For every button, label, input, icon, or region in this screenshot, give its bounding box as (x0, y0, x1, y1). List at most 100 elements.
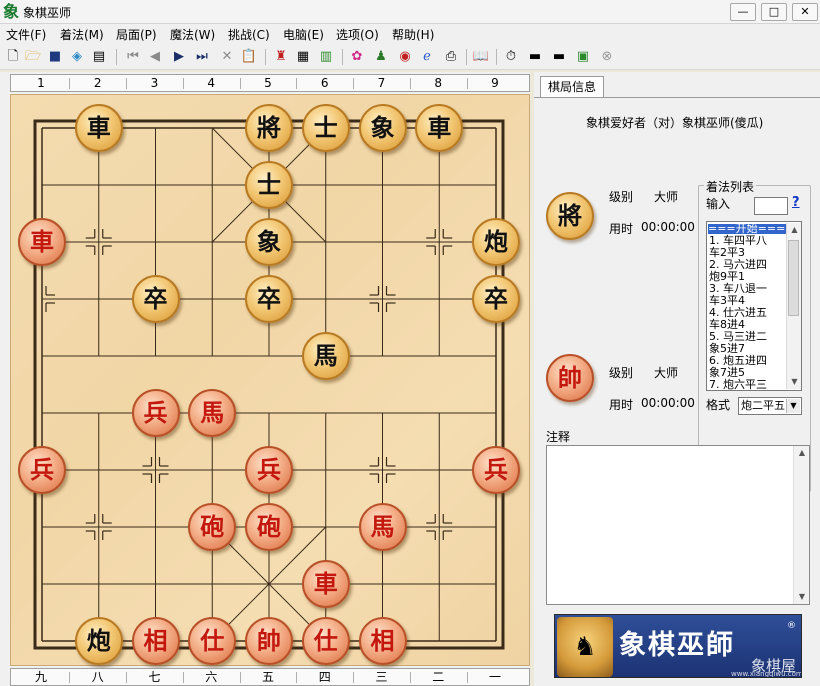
move-item[interactable]: 象5进7 (709, 343, 745, 354)
move-input[interactable] (754, 197, 788, 215)
move-item[interactable]: 2. 马六进四 (709, 259, 767, 270)
monitor-icon[interactable]: ▣ (574, 48, 592, 66)
properties-icon[interactable]: ▤ (90, 48, 108, 66)
black-piece[interactable]: 將 (245, 104, 293, 152)
black-piece[interactable]: 士 (301, 104, 350, 152)
move-item[interactable]: 炮9平1 (709, 271, 745, 282)
toolbar-separator (466, 49, 467, 65)
red-piece[interactable]: 車 (301, 560, 350, 608)
grid-icon[interactable]: ▥ (317, 48, 335, 66)
web-icon[interactable]: ◉ (396, 48, 414, 66)
red-piece[interactable]: 砲 (245, 503, 293, 551)
delete-icon[interactable]: ✕ (218, 48, 236, 66)
scroll-down-icon[interactable]: ▼ (794, 592, 810, 601)
minimize-button[interactable]: — (730, 3, 756, 21)
red-piece[interactable]: 馬 (358, 503, 407, 551)
scroll-up-icon[interactable]: ▲ (794, 448, 810, 457)
red-piece[interactable]: 兵 (472, 446, 520, 494)
next-move-icon[interactable]: ▶ (170, 48, 188, 66)
red-piece[interactable]: 兵 (245, 446, 293, 494)
toolbar-separator (496, 49, 497, 65)
menu-moves[interactable]: 着法(M) (60, 26, 104, 43)
red-side-icon[interactable]: ♜ (272, 48, 290, 66)
help-book-icon[interactable]: 📖 (472, 48, 490, 66)
save-icon[interactable]: ■ (46, 48, 64, 66)
black-piece[interactable]: 車 (415, 104, 464, 152)
scroll-down-icon[interactable]: ▼ (787, 377, 802, 386)
clock-icon[interactable]: ⏱ (502, 48, 520, 66)
black-piece[interactable]: 卒 (472, 275, 520, 323)
first-move-icon[interactable]: ⏮ (124, 48, 142, 66)
tab-game-info[interactable]: 棋局信息 (540, 76, 604, 98)
coordinate-label: 1 (37, 76, 45, 90)
engine-settings-icon[interactable]: ▬ (550, 48, 568, 66)
black-piece[interactable]: 象 (245, 218, 293, 266)
move-item[interactable]: 4. 仕六进五 (709, 307, 767, 318)
paste-icon[interactable]: 📋 (240, 48, 258, 66)
red-piece[interactable]: 相 (358, 617, 407, 665)
menu-bar: 文件(F) 着法(M) 局面(P) 魔法(W) 挑战(C) 电脑(E) 选项(O… (0, 24, 820, 44)
red-piece[interactable]: 仕 (301, 617, 350, 665)
black-piece[interactable]: 馬 (301, 332, 350, 380)
move-item[interactable]: 车8进4 (709, 319, 745, 330)
moves-scroll-thumb[interactable] (788, 240, 799, 316)
prev-move-icon[interactable]: ◀ (146, 48, 164, 66)
colors-icon[interactable]: ✿ (348, 48, 366, 66)
notes-textarea[interactable] (546, 445, 810, 605)
red-piece[interactable]: 帥 (245, 617, 293, 665)
move-item[interactable]: 7. 炮六平三 (709, 379, 767, 390)
red-piece[interactable]: 兵 (131, 389, 180, 437)
red-piece[interactable]: 仕 (188, 617, 237, 665)
black-piece[interactable]: 車 (74, 104, 123, 152)
print-icon[interactable]: ⎙ (442, 48, 460, 66)
menu-options[interactable]: 选项(O) (336, 26, 379, 43)
red-piece[interactable]: 車 (18, 218, 66, 266)
black-piece[interactable]: 炮 (74, 617, 123, 665)
edit-board-icon[interactable]: ▦ (294, 48, 312, 66)
last-move-icon[interactable]: ⏭ (193, 48, 211, 66)
menu-computer[interactable]: 电脑(E) (283, 26, 324, 43)
red-piece[interactable]: 砲 (188, 503, 237, 551)
black-piece[interactable]: 卒 (245, 275, 293, 323)
scroll-up-icon[interactable]: ▲ (787, 225, 802, 234)
close-button[interactable]: ✕ (792, 3, 818, 21)
move-item[interactable]: 3. 车八退一 (709, 283, 767, 294)
player-icon[interactable]: ♟ (372, 48, 390, 66)
move-item[interactable]: 象7进5 (709, 367, 745, 378)
black-time-value: 00:00:00 (641, 220, 695, 234)
brand-banner: ♞ 象棋巫師 ® 象棋屋 www.xiangqiwu.com (554, 614, 802, 678)
black-piece[interactable]: 象 (358, 104, 407, 152)
move-item[interactable]: ===开始=== (708, 223, 788, 234)
notes-scrollbar[interactable]: ▲ ▼ (793, 446, 809, 604)
wizard-figure-icon: ♞ (557, 617, 613, 677)
open-folder-icon[interactable]: 🗁 (24, 48, 42, 66)
black-piece[interactable]: 炮 (472, 218, 520, 266)
red-piece[interactable]: 馬 (188, 389, 237, 437)
chevron-down-icon[interactable]: ▼ (786, 399, 800, 413)
new-file-icon[interactable]: 🗋 (4, 48, 22, 66)
menu-help[interactable]: 帮助(H) (392, 26, 434, 43)
red-piece[interactable]: 相 (131, 617, 180, 665)
players-title: 象棋爱好者（对）象棋巫师(傻瓜) (586, 116, 764, 130)
engine-icon[interactable]: ▬ (526, 48, 544, 66)
move-item[interactable]: 5. 马三进二 (709, 331, 767, 342)
menu-challenge[interactable]: 挑战(C) (228, 26, 270, 43)
move-item[interactable]: 车2平3 (709, 247, 745, 258)
move-item[interactable]: 6. 炮五进四 (709, 355, 767, 366)
move-item[interactable]: 车3平4 (709, 295, 745, 306)
red-piece[interactable]: 兵 (18, 446, 66, 494)
help-icon[interactable]: ? (792, 195, 804, 210)
maximize-button[interactable]: □ (761, 3, 787, 21)
menu-position[interactable]: 局面(P) (116, 26, 157, 43)
menu-file[interactable]: 文件(F) (6, 26, 46, 43)
black-piece[interactable]: 士 (245, 161, 293, 209)
stop-icon[interactable]: ⊗ (598, 48, 616, 66)
xiangqi-board[interactable]: 車將士象車士車象炮卒卒卒馬兵馬兵兵兵砲砲馬車炮相仕帥仕相 (10, 94, 530, 666)
move-item[interactable]: 1. 车四平八 (709, 235, 767, 246)
black-piece[interactable]: 卒 (131, 275, 180, 323)
coordinate-divider (353, 78, 355, 89)
bottom-coordinates: 九八七六五四三二一 (10, 668, 530, 686)
menu-magic[interactable]: 魔法(W) (170, 26, 215, 43)
ie-icon[interactable]: ℯ (418, 48, 436, 66)
book-icon[interactable]: ◈ (68, 48, 86, 66)
